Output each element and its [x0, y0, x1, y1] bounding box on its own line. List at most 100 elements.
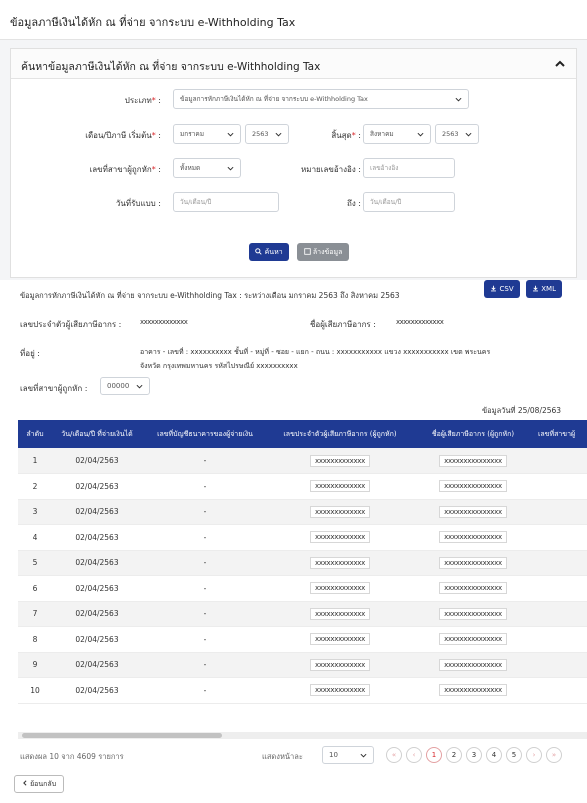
result-heading: ข้อมูลการหักภาษีเงินได้หัก ณ ที่จ่าย จาก… [20, 291, 400, 300]
search-card-header[interactable]: ค้นหาข้อมูลภาษีเงินได้หัก ณ ที่จ่าย จากร… [11, 49, 576, 79]
end-month-select[interactable]: สิงหาคม [363, 124, 431, 144]
cell-taxid: xxxxxxxxxxxxx [310, 556, 370, 569]
cell-name: xxxxxxxxxxxxxxx [439, 505, 507, 518]
per-page-label: แสดงหน้าละ [262, 752, 303, 761]
horizontal-scrollbar[interactable] [18, 732, 587, 739]
csv-button[interactable]: CSV [484, 280, 520, 298]
download-icon [491, 285, 497, 292]
cell-account: - [142, 575, 268, 602]
cell-branch: 20844 [534, 575, 587, 602]
table-row[interactable]: 9 02/04/2563 - xxxxxxxxxxxxx xxxxxxxxxxx… [18, 652, 587, 678]
search-icon [255, 248, 263, 255]
table-row[interactable]: 10 02/04/2563 - xxxxxxxxxxxxx xxxxxxxxxx… [18, 677, 587, 704]
start-year-select[interactable]: 2563 [245, 124, 289, 144]
cell-taxid: xxxxxxxxxxxxx [310, 607, 370, 620]
cell-date: 02/04/2563 [52, 448, 142, 474]
cell-taxid: xxxxxxxxxxxxx [310, 454, 370, 467]
cell-account: - [142, 626, 268, 653]
page-5-button[interactable]: 5 [506, 747, 522, 763]
chevron-down-icon [275, 132, 282, 137]
next-page-button[interactable]: › [526, 747, 542, 763]
cell-branch: 20799 [534, 448, 587, 474]
scrollbar-thumb[interactable] [22, 733, 222, 738]
cell-taxid: xxxxxxxxxxxxx [310, 633, 370, 646]
cell-taxid: xxxxxxxxxxxxx [310, 658, 370, 671]
cell-index: 9 [18, 652, 52, 678]
table-row[interactable]: 6 02/04/2563 - xxxxxxxxxxxxx xxxxxxxxxxx… [18, 575, 587, 602]
col-header: เลขประจำตัวผู้เสียภาษีอากร (ผู้ถูกหัก) [268, 420, 412, 448]
type-select[interactable]: ข้อมูลการหักภาษีเงินได้หัก ณ ที่จ่าย จาก… [173, 89, 469, 109]
cell-index: 8 [18, 626, 52, 653]
cell-branch: 20817 [534, 499, 587, 525]
cell-taxid: xxxxxxxxxxxxx [310, 480, 370, 493]
cell-date: 02/04/2563 [52, 601, 142, 627]
chevron-down-icon [136, 384, 143, 389]
cell-branch: 20871 [534, 652, 587, 678]
cell-account: - [142, 524, 268, 551]
col-header: เลขที่บัญชีธนาคารของผู้จ่ายเงิน [142, 420, 268, 448]
cell-index: 3 [18, 499, 52, 525]
ref-input[interactable]: เลขอ้างอิง [363, 158, 455, 178]
page-3-button[interactable]: 3 [466, 747, 482, 763]
first-page-button[interactable]: « [386, 747, 402, 763]
cell-account: - [142, 652, 268, 678]
table-row[interactable]: 4 02/04/2563 - xxxxxxxxxxxxx xxxxxxxxxxx… [18, 524, 587, 551]
cell-date: 02/04/2563 [52, 677, 142, 704]
page-1-button[interactable]: 1 [426, 747, 442, 763]
page-4-button[interactable]: 4 [486, 747, 502, 763]
result-branch-select[interactable]: 00000 [100, 377, 150, 395]
cell-index: 1 [18, 448, 52, 474]
col-header: เลขที่สาขาผู้ [534, 420, 587, 448]
per-page-select[interactable]: 10 [322, 746, 374, 764]
table-row[interactable]: 7 02/04/2563 - xxxxxxxxxxxxx xxxxxxxxxxx… [18, 601, 587, 627]
cell-date: 02/04/2563 [52, 524, 142, 551]
cell-date: 02/04/2563 [52, 575, 142, 602]
cell-account: - [142, 448, 268, 474]
search-card: ค้นหาข้อมูลภาษีเงินได้หัก ณ ที่จ่าย จากร… [10, 48, 577, 278]
end-year-select[interactable]: 2563 [435, 124, 479, 144]
cell-taxid: xxxxxxxxxxxxx [310, 531, 370, 544]
last-page-button[interactable]: » [546, 747, 562, 763]
address-line1: อาคาร - เลขที่ : xxxxxxxxxx ชั้นที่ - หม… [140, 348, 491, 356]
clear-button[interactable]: ล้างข้อมูล [297, 243, 349, 261]
cell-index: 5 [18, 550, 52, 576]
chevron-down-icon [360, 753, 367, 758]
cell-name: xxxxxxxxxxxxxxx [439, 480, 507, 493]
start-label: เดือน/ปีภาษี เริ่มต้น* : [85, 131, 161, 140]
cell-branch: 20808 [534, 473, 587, 500]
to-label: ถึง : [347, 199, 361, 208]
search-button[interactable]: ค้นหา [249, 243, 289, 261]
cell-date: 02/04/2563 [52, 652, 142, 678]
xml-button[interactable]: XML [526, 280, 562, 298]
branch-select[interactable]: ทั้งหมด [173, 158, 241, 178]
date-to-input[interactable]: วัน/เดือน/ปี [363, 192, 455, 212]
prev-page-button[interactable]: ‹ [406, 747, 422, 763]
table-row[interactable]: 1 02/04/2563 - xxxxxxxxxxxxx xxxxxxxxxxx… [18, 448, 587, 474]
col-header: ชื่อผู้เสียภาษีอากร (ผู้ถูกหัก) [412, 420, 534, 448]
table-row[interactable]: 3 02/04/2563 - xxxxxxxxxxxxx xxxxxxxxxxx… [18, 499, 587, 525]
table-row[interactable]: 5 02/04/2563 - xxxxxxxxxxxxx xxxxxxxxxxx… [18, 550, 587, 576]
date-from-input[interactable]: วัน/เดือน/ปี [173, 192, 279, 212]
download-icon [533, 285, 538, 292]
cell-branch: 20853 [534, 601, 587, 627]
cell-account: - [142, 601, 268, 627]
square-icon [303, 248, 311, 255]
page-2-button[interactable]: 2 [446, 747, 462, 763]
cell-taxid: xxxxxxxxxxxxx [310, 684, 370, 697]
col-header: วัน/เดือน/ปี ที่จ่ายเงินได้ [52, 420, 142, 448]
cell-branch: 20835 [534, 550, 587, 576]
start-month-select[interactable]: มกราคม [173, 124, 241, 144]
table-row[interactable]: 8 02/04/2563 - xxxxxxxxxxxxx xxxxxxxxxxx… [18, 626, 587, 653]
taxid-value: xxxxxxxxxxxxx [140, 318, 188, 326]
chevron-down-icon [455, 97, 462, 102]
cell-branch: 20862 [534, 626, 587, 653]
date-label: วันที่รับแบบ : [115, 199, 161, 208]
end-label: สิ้นสุด* : [331, 131, 361, 140]
chevron-up-icon[interactable] [554, 58, 566, 70]
address-line2: จังหวัด กรุงเทพมหานคร รหัสไปรษณีย์ xxxxx… [140, 362, 298, 370]
data-date: ข้อมูลวันที่ 25/08/2563 [482, 406, 562, 415]
branch-label: เลขที่สาขาผู้ถูกหัก* : [89, 165, 161, 174]
table-row[interactable]: 2 02/04/2563 - xxxxxxxxxxxxx xxxxxxxxxxx… [18, 473, 587, 500]
cell-taxid: xxxxxxxxxxxxx [310, 582, 370, 595]
back-button[interactable]: ย้อนกลับ [14, 775, 64, 793]
